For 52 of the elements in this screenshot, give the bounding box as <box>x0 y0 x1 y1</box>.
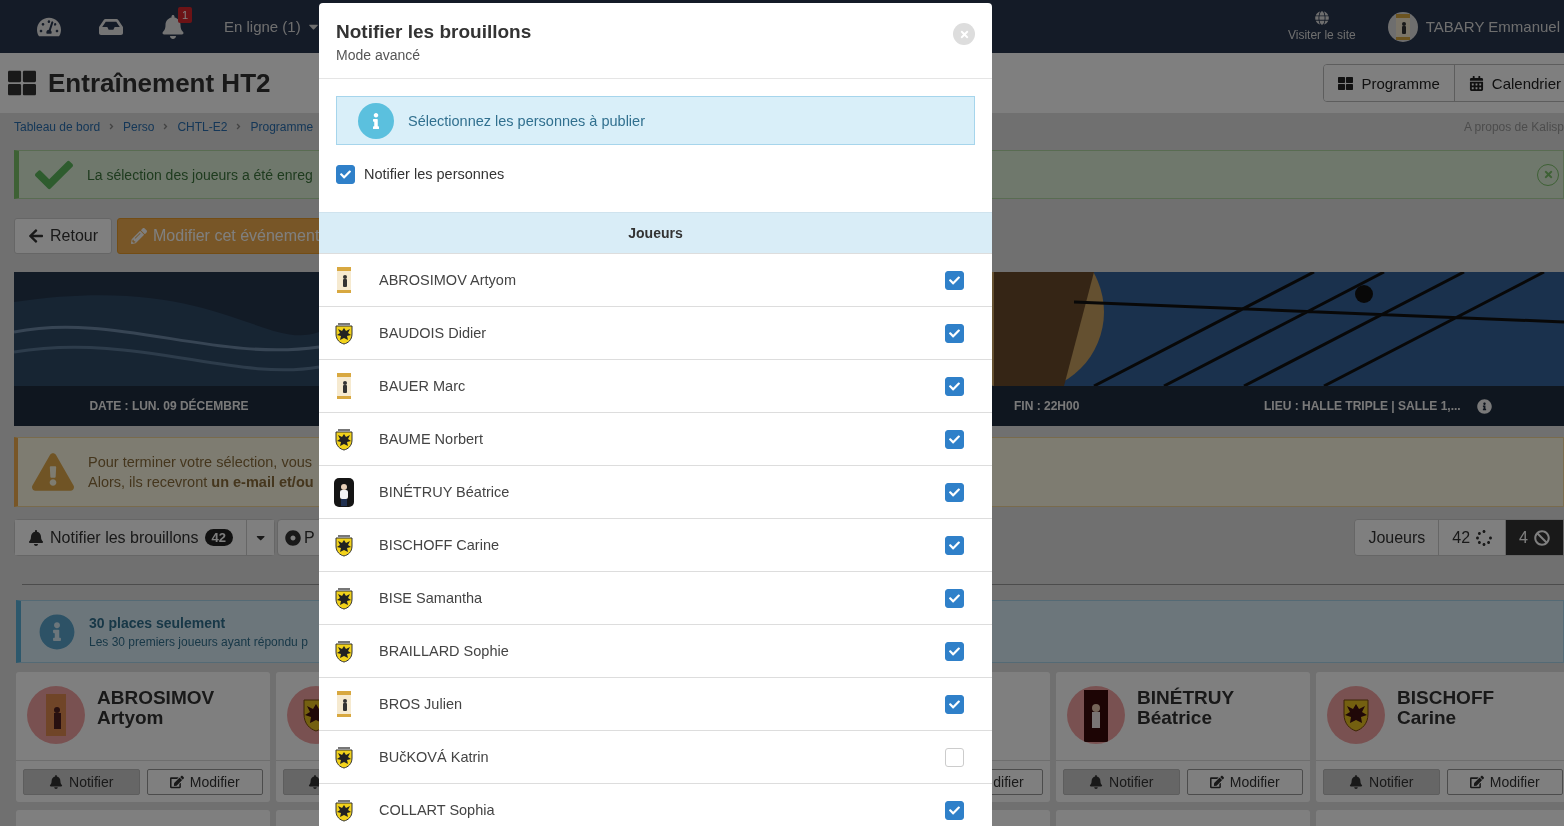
breadcrumb-link[interactable]: Tableau de bord <box>14 119 101 134</box>
breadcrumb-link[interactable]: Programme <box>250 119 314 134</box>
player-name: BISCHOFF Carine <box>379 537 500 553</box>
table-heading: Joueurs <box>319 212 992 253</box>
visit-site-link[interactable]: Visiter le site <box>1287 11 1356 42</box>
view-button[interactable]: Calendrier <box>1453 65 1564 101</box>
event-end: FIN : 22H00 <box>1014 399 1080 413</box>
notify-button[interactable]: Notifier <box>1063 768 1180 795</box>
page-title: Entraînement HT2 <box>48 67 271 99</box>
player-name: BUčKOVÁ Katrin <box>379 749 489 765</box>
breadcrumb-link[interactable]: CHTL-E2 <box>177 119 228 134</box>
player-first-name: Béatrice <box>1137 708 1213 728</box>
counter[interactable]: 4 <box>1505 520 1563 555</box>
player-name: BRAILLARD Sophie <box>379 643 509 659</box>
checkbox-label[interactable]: Notifier les personnes <box>364 166 505 182</box>
player-name: BINÉTRUY Béatrice <box>379 484 510 500</box>
back-button[interactable]: Retour <box>14 218 113 254</box>
player-name: ABROSIMOV Artyom <box>379 272 516 288</box>
player-name: BISE Samantha <box>379 590 483 606</box>
event-place: LIEU : HALLE TRIPLE | SALLE 1,... <box>1264 399 1461 413</box>
warning-text: Pour terminer votre sélection, vous <box>88 454 314 470</box>
notify-button[interactable]: Notifier <box>23 768 140 795</box>
player-first-name: Artyom <box>97 708 165 728</box>
player-last-name: ABROSIMOV <box>97 688 215 708</box>
edit-button[interactable]: Modifier <box>1446 768 1563 795</box>
modal-subtitle: Mode avancé <box>336 47 422 63</box>
user-name[interactable]: TABARY Emmanuel <box>1425 18 1560 35</box>
edit-button[interactable]: Modifier <box>1186 768 1303 795</box>
hint-text: Sélectionnez les personnes à publier <box>408 112 645 129</box>
notify-button[interactable]: Notifier <box>1323 768 1440 795</box>
breadcrumb-link[interactable]: Perso <box>123 119 155 134</box>
success-message: La sélection des joueurs a été enreg <box>87 166 313 183</box>
info-title: 30 places seulement <box>89 614 227 631</box>
player-name: COLLART Sophia <box>379 802 495 818</box>
counter[interactable]: 42 <box>1438 520 1506 555</box>
warning-text: Alors, ils recevront un e-mail et/ou <box>88 474 314 490</box>
player-name: BROS Julien <box>379 696 462 712</box>
edit-button[interactable]: Modifier <box>146 768 263 795</box>
counter[interactable]: Joueurs <box>1355 520 1439 555</box>
status-menu[interactable]: En ligne (1) <box>224 18 321 35</box>
notification-count: 1 <box>177 7 192 23</box>
modal-title: Notifier les brouillons <box>336 21 532 43</box>
radio-label[interactable]: P <box>304 528 315 547</box>
player-last-name: BINÉTRUY <box>1137 688 1235 708</box>
player-last-name: BISCHOFF <box>1397 688 1495 708</box>
player-name: BAUER Marc <box>379 378 466 394</box>
player-name: BAUME Norbert <box>379 431 483 447</box>
player-first-name: Carine <box>1397 708 1458 728</box>
count-badge: 42 <box>204 529 233 546</box>
player-name: BAUDOIS Didier <box>379 325 487 341</box>
event-date: DATE : LUN. 09 DÉCEMBRE <box>89 399 249 413</box>
info-text: Les 30 premiers joueurs ayant répondu p <box>89 634 308 649</box>
